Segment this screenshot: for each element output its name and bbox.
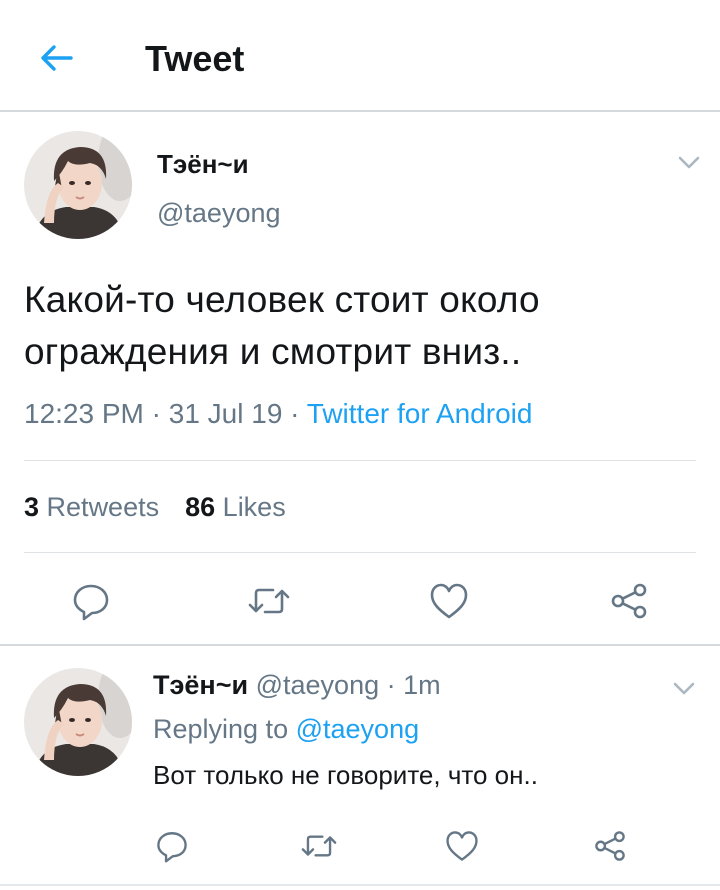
like-button[interactable] (442, 826, 482, 866)
likes-stat[interactable]: 86 Likes (185, 492, 286, 522)
share-button[interactable] (606, 578, 652, 624)
like-icon (446, 831, 478, 861)
reply-icon (157, 832, 187, 863)
divider (24, 552, 696, 553)
reply-header: Тэён~и @taeyong · 1m (153, 668, 441, 702)
divider (24, 460, 696, 461)
retweets-stat[interactable]: 3 Retweets (24, 492, 159, 522)
reply-time: 1m (403, 670, 441, 700)
reply-icon (73, 584, 109, 621)
retweet-button[interactable] (246, 578, 292, 624)
display-name[interactable]: Тэён~и (153, 670, 248, 700)
avatar[interactable] (24, 668, 132, 776)
back-arrow-icon (41, 45, 73, 71)
tweet-stats: 3 Retweets 86 Likes (24, 489, 286, 525)
share-icon (611, 583, 647, 619)
tweet-date: 31 Jul 19 (168, 398, 283, 429)
display-name[interactable]: Тэён~и (157, 148, 249, 180)
likes-label: Likes (222, 492, 286, 522)
retweets-label: Retweets (46, 492, 160, 522)
reply-text: Вот только не говорите, что он.. (153, 760, 538, 790)
divider (0, 884, 720, 886)
tweet-source-link[interactable]: Twitter for Android (307, 398, 533, 429)
reply-button[interactable] (68, 578, 114, 624)
chevron-down-icon (678, 156, 700, 169)
tweet-text: Какой-то человек стоит около ограждения … (24, 279, 540, 372)
like-icon (430, 583, 468, 619)
top-bar: Tweet (0, 0, 720, 112)
tweet-metadata: 12:23 PM · 31 Jul 19 · Twitter for Andro… (24, 398, 533, 429)
share-button[interactable] (590, 826, 630, 866)
retweet-button[interactable] (297, 826, 341, 866)
retweet-icon (248, 588, 290, 614)
reply-menu-button[interactable] (670, 678, 698, 698)
time-separator: · (379, 670, 404, 700)
like-button[interactable] (426, 578, 472, 624)
page-title: Tweet (145, 38, 245, 79)
retweet-icon (301, 835, 337, 857)
mention-link[interactable]: @taeyong (296, 714, 420, 744)
user-handle[interactable]: @taeyong (157, 197, 281, 229)
tweet-time: 12:23 PM (24, 398, 144, 429)
reply-button[interactable] (152, 826, 192, 866)
avatar[interactable] (24, 131, 132, 239)
replying-to-label: Replying to (153, 714, 289, 744)
chevron-down-icon (673, 682, 695, 695)
section-separator (0, 644, 720, 646)
replying-to: Replying to @taeyong (153, 712, 419, 746)
retweets-count: 3 (24, 492, 40, 522)
tweet-menu-button[interactable] (675, 152, 703, 172)
share-icon (595, 831, 625, 861)
back-button[interactable] (36, 38, 76, 78)
user-handle[interactable]: @taeyong (256, 670, 380, 700)
likes-count: 86 (185, 492, 216, 522)
